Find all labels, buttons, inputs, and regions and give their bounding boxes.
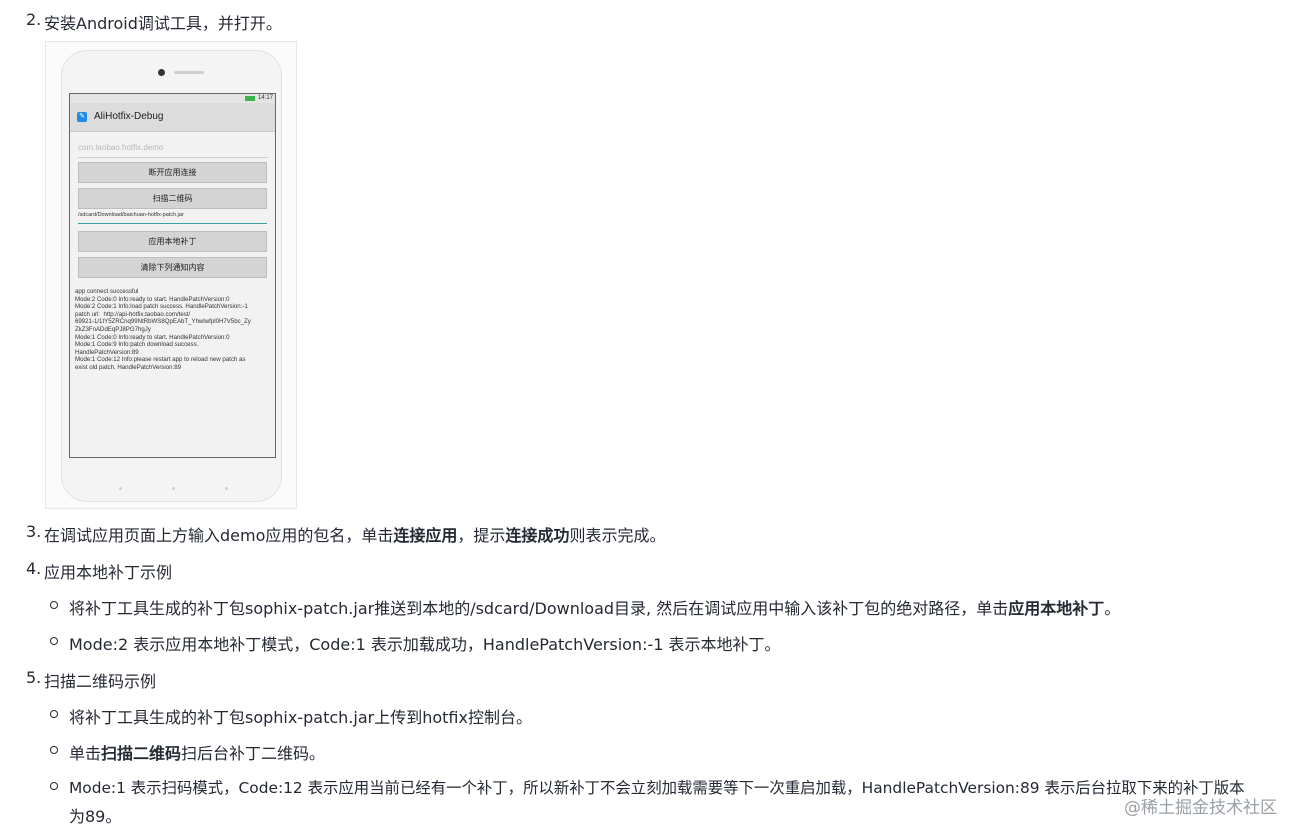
step-5-bullet-3-line-2: 为89。 [69, 807, 122, 826]
app-bar: ✎ AliHotfix-Debug [70, 103, 275, 132]
disconnect-button[interactable]: 断开应用连接 [78, 162, 267, 183]
watermark: @稀土掘金技术社区 [1124, 798, 1277, 818]
battery-icon [245, 96, 255, 101]
step-3-number: 3. [26, 522, 42, 541]
nav-dot [225, 487, 228, 490]
step-4-bullet-1: 将补丁工具生成的补丁包sophix-patch.jar推送到本地的/sdcard… [69, 595, 1120, 619]
package-name-input[interactable]: com.taobao.hotfix.demo [78, 143, 268, 158]
step-3-mid: ，提示 [457, 526, 506, 545]
hollow-circle-bullet-icon [50, 782, 58, 790]
step-3-text: 在调试应用页面上方输入demo应用的包名，单击连接应用，提示连接成功则表示完成。 [44, 522, 665, 546]
phone-screen: 14:17 ✎ AliHotfix-Debug com.taobao.hotfi… [69, 93, 276, 458]
step-5-b2-post: 扫后台补丁二维码。 [181, 744, 326, 763]
step-5-number: 5. [26, 668, 42, 687]
phone-body: 14:17 ✎ AliHotfix-Debug com.taobao.hotfi… [61, 50, 282, 502]
status-bar: 14:17 [70, 94, 275, 103]
step-3-post: 则表示完成。 [569, 526, 666, 545]
step-5-bullet-2: 单击扫描二维码扫后台补丁二维码。 [69, 740, 325, 764]
step-5-bullet-1: 将补丁工具生成的补丁包sophix-patch.jar上传到hotfix控制台。 [69, 708, 532, 727]
step-4-b1-post: 。 [1104, 599, 1121, 618]
apply-local-patch-bold: 应用本地补丁 [1008, 599, 1105, 618]
nav-dot [172, 487, 175, 490]
step-5-text: 扫描二维码示例 [44, 672, 157, 691]
patch-path-input[interactable]: /sdcard/Download/baichuan-hotfix-patch.j… [78, 212, 267, 224]
apply-local-patch-button[interactable]: 应用本地补丁 [78, 231, 267, 252]
hollow-circle-bullet-icon [50, 746, 58, 754]
phone-screenshot-image: 14:17 ✎ AliHotfix-Debug com.taobao.hotfi… [45, 41, 297, 509]
step-2-number: 2. [26, 10, 42, 29]
step-3-pre: 在调试应用页面上方输入demo应用的包名，单击 [44, 526, 394, 545]
log-output: app connect successful Mode:2 Code:0 Inf… [75, 288, 251, 371]
nav-dot [119, 487, 122, 490]
scan-qr-button[interactable]: 扫描二维码 [78, 188, 267, 209]
connect-app-bold: 连接应用 [393, 526, 458, 545]
step-4-text: 应用本地补丁示例 [44, 563, 173, 582]
step-5-bullet-3-line-1: Mode:1 表示扫码模式，Code:12 表示应用当前已经有一个补丁，所以新补… [69, 779, 1245, 797]
phone-camera [158, 69, 165, 76]
step-4-number: 4. [26, 559, 42, 578]
scan-qr-bold: 扫描二维码 [101, 744, 182, 763]
clear-log-button[interactable]: 清除下列通知内容 [78, 257, 267, 278]
app-title: AliHotfix-Debug [94, 111, 164, 122]
status-time: 14:17 [257, 95, 273, 101]
step-5-b2-pre: 单击 [69, 744, 102, 763]
step-4-bullet-2: Mode:2 表示应用本地补丁模式，Code:1 表示加载成功，HandlePa… [69, 635, 781, 654]
connect-success-bold: 连接成功 [505, 526, 570, 545]
wrench-icon: ✎ [77, 112, 87, 122]
hollow-circle-bullet-icon [50, 710, 58, 718]
step-2-text: 安装Android调试工具，并打开。 [44, 14, 282, 33]
hollow-circle-bullet-icon [50, 601, 58, 609]
step-4-b1-pre: 将补丁工具生成的补丁包sophix-patch.jar推送到本地的/sdcard… [69, 599, 1009, 618]
phone-speaker [174, 71, 204, 74]
hollow-circle-bullet-icon [50, 637, 58, 645]
